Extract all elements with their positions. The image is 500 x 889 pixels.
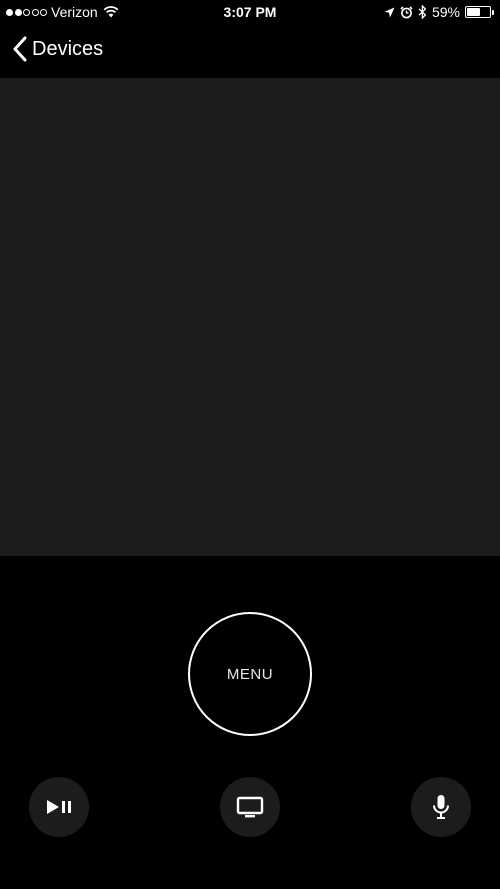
bluetooth-icon (418, 5, 427, 19)
menu-button[interactable]: MENU (188, 612, 312, 736)
location-arrow-icon (384, 7, 395, 17)
battery-body (465, 6, 491, 18)
battery-tip (492, 9, 494, 15)
chevron-left-icon (13, 36, 27, 62)
play-pause-button[interactable] (29, 777, 89, 837)
battery-fill (467, 8, 480, 16)
nav-bar: Devices (0, 30, 500, 74)
alarm-clock-icon (400, 5, 413, 18)
status-right: 59% (384, 4, 494, 20)
battery-icon (465, 6, 494, 18)
tv-icon (236, 796, 264, 818)
battery-percent: 59% (431, 4, 460, 20)
back-button[interactable]: Devices (12, 36, 103, 62)
tv-home-button[interactable] (220, 777, 280, 837)
touch-surface[interactable] (0, 78, 500, 556)
status-bar: Verizon 3:07 PM 59% (0, 0, 500, 26)
siri-button[interactable] (411, 777, 471, 837)
back-button-label: Devices (32, 37, 104, 60)
menu-button-label: MENU (226, 665, 274, 683)
play-pause-icon (47, 800, 71, 814)
microphone-icon (433, 795, 449, 819)
